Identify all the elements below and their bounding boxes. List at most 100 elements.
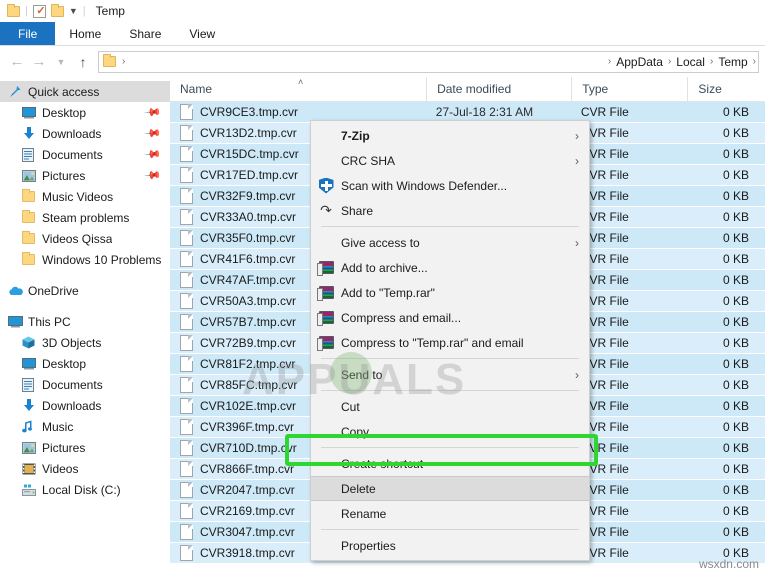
file-icon (180, 188, 193, 204)
sidebar-label-music-videos: Music Videos (42, 189, 114, 204)
star-pin-icon (8, 85, 28, 99)
sidebar-item-pictures[interactable]: Pictures 📌 (0, 165, 170, 186)
breadcrumb-sep-1: › (607, 56, 612, 67)
sidebar-item-desktop[interactable]: Desktop 📌 (0, 102, 170, 123)
breadcrumb-sep-0: › (122, 56, 126, 67)
cell-size: 0 KB (723, 483, 750, 497)
file-name-label: CVR41F6.tmp.cvr (200, 252, 296, 266)
file-name-label: CVR396F.tmp.cvr (200, 420, 295, 434)
sidebar-item-local-disk-c[interactable]: Local Disk (C:) (0, 479, 170, 500)
menu-item-label: 7-Zip (341, 128, 370, 143)
back-button[interactable]: ← (6, 51, 28, 73)
cell-size: 0 KB (723, 420, 750, 434)
menu-item-copy[interactable]: Copy (311, 419, 589, 444)
sidebar-item-videos-qissa[interactable]: Videos Qissa (0, 228, 170, 249)
window-title: Temp (95, 4, 125, 18)
tab-view[interactable]: View (175, 22, 229, 45)
menu-item-delete[interactable]: Delete (311, 476, 589, 501)
sidebar-item-videos[interactable]: Videos (0, 458, 170, 479)
menu-item-give-access-to[interactable]: Give access to › (311, 230, 589, 255)
folder-icon[interactable] (4, 2, 22, 20)
column-header-name[interactable]: Name ˄ (170, 77, 426, 101)
sidebar-item-pc-documents[interactable]: Documents (0, 374, 170, 395)
column-header-size[interactable]: Size (687, 77, 765, 101)
sidebar-item-windows-10-problems[interactable]: Windows 10 Problems (0, 249, 170, 270)
recent-locations-icon[interactable]: ▼ (50, 51, 72, 73)
menu-separator (321, 529, 579, 530)
sidebar-label-steam-problems: Steam problems (42, 210, 130, 225)
file-icon (180, 209, 193, 225)
menu-item-compress-to-temp-rar-and-email[interactable]: Compress to "Temp.rar" and email (311, 330, 589, 355)
context-menu[interactable]: 7-Zip › CRC SHA › Scan with Windows Defender… (310, 120, 590, 561)
new-folder-icon[interactable] (49, 2, 67, 20)
column-label-type: Type (582, 82, 609, 96)
sidebar-item-onedrive[interactable]: OneDrive (0, 280, 170, 301)
menu-item-label: Give access to (341, 235, 420, 250)
menu-item-properties[interactable]: Properties (311, 533, 589, 558)
file-icon (180, 230, 193, 246)
sidebar-item-music-videos[interactable]: Music Videos (0, 186, 170, 207)
sidebar-item-documents[interactable]: Documents 📌 (0, 144, 170, 165)
sidebar-item-3d-objects[interactable]: 3D Objects (0, 332, 170, 353)
sidebar-item-pc-downloads[interactable]: Downloads (0, 395, 170, 416)
share-icon: ↷ (320, 202, 332, 218)
menu-item-crc-sha[interactable]: CRC SHA › (311, 148, 589, 173)
customize-chevron-icon[interactable]: ▼ (67, 6, 80, 16)
sidebar-item-quick-access[interactable]: Quick access (0, 81, 170, 102)
up-button[interactable]: ↑ (72, 51, 94, 73)
cell-size: 0 KB (723, 315, 750, 329)
pin-icon[interactable]: 📌 (144, 124, 163, 143)
folder-icon (22, 210, 42, 223)
breadcrumb-item-temp[interactable]: Temp (715, 55, 750, 69)
menu-item-rename[interactable]: Rename (311, 501, 589, 526)
sidebar-label-quick-access: Quick access (28, 84, 100, 99)
sidebar-group-gap-2 (0, 301, 170, 311)
menu-item-cut[interactable]: Cut (311, 394, 589, 419)
properties-icon[interactable] (31, 2, 49, 20)
menu-item-add-to-temp-rar[interactable]: Add to "Temp.rar" (311, 280, 589, 305)
sidebar-item-steam-problems[interactable]: Steam problems (0, 207, 170, 228)
tab-file[interactable]: File (0, 22, 56, 45)
chevron-right-icon: › (575, 128, 579, 143)
menu-item-label: Scan with Windows Defender... (341, 178, 508, 193)
column-headers: Name ˄ Date modified Type Size (170, 77, 765, 102)
sidebar-item-this-pc[interactable]: This PC (0, 311, 170, 332)
sidebar-label-onedrive: OneDrive (28, 283, 79, 298)
documents-icon (22, 147, 42, 162)
menu-item-send-to[interactable]: Send to › (311, 362, 589, 387)
file-name-label: CVR72B9.tmp.cvr (200, 336, 297, 350)
file-icon (180, 251, 193, 267)
sidebar-item-pc-desktop[interactable]: Desktop (0, 353, 170, 374)
desktop-icon (22, 357, 42, 370)
tab-share[interactable]: Share (115, 22, 175, 45)
file-icon (180, 461, 193, 477)
menu-item-scan-with-windows-defender[interactable]: Scan with Windows Defender... (311, 173, 589, 198)
column-header-date-modified[interactable]: Date modified (426, 77, 571, 101)
column-label-date-modified: Date modified (437, 82, 512, 96)
column-header-type[interactable]: Type (571, 77, 687, 101)
breadcrumb[interactable]: › › AppData › Local › Temp › (98, 50, 759, 73)
menu-item-compress-and-email[interactable]: Compress and email... (311, 305, 589, 330)
file-icon (180, 419, 193, 435)
breadcrumb-item-appdata[interactable]: AppData (613, 55, 666, 69)
menu-item-7-zip[interactable]: 7-Zip › (311, 123, 589, 148)
menu-item-label: CRC SHA (341, 153, 396, 168)
breadcrumb-item-local[interactable]: Local (673, 55, 708, 69)
sidebar-item-pc-pictures[interactable]: Pictures (0, 437, 170, 458)
menu-item-share[interactable]: ↷ Share (311, 198, 589, 223)
tab-home[interactable]: Home (55, 22, 115, 45)
menu-item-create-shortcut[interactable]: Create shortcut (311, 451, 589, 476)
sidebar-item-downloads[interactable]: Downloads 📌 (0, 123, 170, 144)
navigation-pane[interactable]: Quick access Desktop 📌 Downloads 📌 Docum… (0, 77, 170, 573)
pin-icon[interactable]: 📌 (144, 103, 163, 122)
forward-button[interactable]: → (28, 51, 50, 73)
ribbon-tabs: File Home Share View (0, 22, 765, 46)
pin-icon[interactable]: 📌 (144, 145, 163, 164)
sidebar-item-music[interactable]: Music (0, 416, 170, 437)
pin-icon[interactable]: 📌 (144, 166, 163, 185)
menu-item-label: Copy (341, 424, 370, 439)
breadcrumb-sep-2: › (667, 56, 672, 67)
cell-type: CVR File (580, 105, 629, 119)
menu-item-add-to-archive[interactable]: Add to archive... (311, 255, 589, 280)
computer-icon (8, 315, 28, 328)
